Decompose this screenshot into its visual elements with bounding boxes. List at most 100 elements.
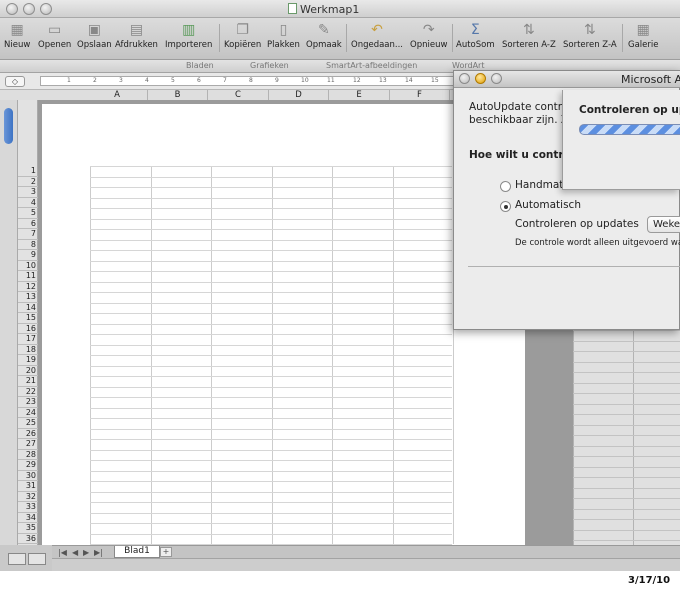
row-header[interactable]: 21: [18, 376, 38, 387]
row-header[interactable]: 17: [18, 334, 38, 345]
row-header[interactable]: 26: [18, 429, 38, 439]
grid-row-line: [90, 481, 452, 482]
indeterminate-progress-bar: [579, 124, 680, 135]
column-header[interactable]: F: [390, 90, 450, 100]
row-header[interactable]: 31: [18, 481, 38, 492]
row-header[interactable]: 28: [18, 450, 38, 460]
grid-row-line: [90, 176, 452, 178]
grid-row-line: [90, 460, 452, 461]
row-header[interactable]: 15: [18, 313, 38, 324]
ribbon-tab-charts[interactable]: Grafieken: [250, 61, 289, 70]
automatic-option-label[interactable]: Automatisch: [515, 199, 581, 211]
row-header[interactable]: 32: [18, 492, 38, 502]
prev-sheet-arrow-icon[interactable]: ◀: [72, 548, 78, 557]
view-switcher: [0, 545, 52, 571]
row-header[interactable]: 8: [18, 240, 38, 250]
row-header[interactable]: 16: [18, 324, 38, 334]
save-button[interactable]: ▣ Opslaan: [77, 22, 112, 50]
row-header[interactable]: 20: [18, 366, 38, 376]
sort-descending-button[interactable]: ⇅ Sorteren Z-A: [563, 22, 617, 50]
row-header[interactable]: 18: [18, 345, 38, 355]
ribbon-tab-sheets[interactable]: Bladen: [186, 61, 214, 70]
row-header[interactable]: 27: [18, 439, 38, 450]
row-header[interactable]: 36: [18, 534, 38, 544]
background-grid-row-line: [573, 435, 680, 436]
ribbon-tab-wordart[interactable]: WordArt: [452, 61, 484, 70]
ruler-mark: 10: [301, 77, 309, 84]
grid-row-line: [90, 407, 452, 409]
manual-option-label[interactable]: Handmat: [515, 179, 563, 191]
row-header[interactable]: 5: [18, 208, 38, 219]
column-header[interactable]: B: [148, 90, 208, 100]
autoupdate-minimize-button[interactable]: [475, 73, 486, 84]
row-header[interactable]: 7: [18, 229, 38, 240]
toolbar-separator: [452, 24, 453, 52]
vertical-scroll-thumb[interactable]: [4, 108, 13, 144]
column-header[interactable]: A: [87, 90, 148, 100]
open-button[interactable]: ▭ Openen: [38, 22, 71, 50]
row-header[interactable]: 33: [18, 502, 38, 513]
column-header[interactable]: E: [329, 90, 390, 100]
minimize-window-button[interactable]: [23, 3, 35, 15]
row-header[interactable]: 3: [18, 187, 38, 198]
copy-button[interactable]: ❐ Kopiëren: [224, 22, 261, 50]
page-layout-view-button[interactable]: [28, 553, 46, 565]
automatic-radio[interactable]: [500, 201, 511, 212]
row-header[interactable]: 13: [18, 292, 38, 303]
format-button[interactable]: ✎ Opmaak: [306, 22, 342, 50]
normal-view-button[interactable]: [8, 553, 26, 565]
add-sheet-button[interactable]: +: [160, 547, 172, 557]
sort-ascending-button[interactable]: ⇅ Sorteren A-Z: [502, 22, 556, 50]
grid-row-line: [90, 218, 452, 220]
ribbon-tab-smartart[interactable]: SmartArt-afbeeldingen: [326, 61, 417, 70]
row-header[interactable]: 19: [18, 355, 38, 366]
new-button[interactable]: ▦ Nieuw: [4, 22, 30, 50]
row-header[interactable]: 29: [18, 460, 38, 471]
column-header[interactable]: C: [208, 90, 269, 100]
print-button[interactable]: ▤ Afdrukken: [115, 22, 158, 50]
grid-row-line: [90, 271, 452, 272]
redo-button[interactable]: ↷ Opnieuw: [410, 22, 447, 50]
next-sheet-arrow-icon[interactable]: ▶: [83, 548, 89, 557]
row-header[interactable]: 11: [18, 271, 38, 282]
row-header[interactable]: 30: [18, 471, 38, 481]
zoom-window-button[interactable]: [40, 3, 52, 15]
row-header[interactable]: 4: [18, 198, 38, 208]
sheet-tab-blad1[interactable]: Blad1: [114, 546, 160, 558]
row-header[interactable]: 6: [18, 219, 38, 229]
manual-radio[interactable]: [500, 181, 511, 192]
toolbar-separator: [346, 24, 347, 52]
row-header[interactable]: 12: [18, 282, 38, 292]
grid-row-line: [90, 355, 452, 356]
row-header[interactable]: 9: [18, 250, 38, 261]
background-grid-row-line: [573, 382, 680, 384]
row-header[interactable]: 22: [18, 387, 38, 397]
sort-za-label: Sorteren Z-A: [563, 40, 617, 50]
close-window-button[interactable]: [6, 3, 18, 15]
horizontal-ruler: 12345678910111213141516: [40, 76, 480, 86]
row-header[interactable]: 14: [18, 303, 38, 313]
column-header[interactable]: D: [269, 90, 329, 100]
first-sheet-arrow-icon[interactable]: |◀: [58, 548, 67, 557]
background-grid-row-line: [573, 414, 680, 415]
frequency-select[interactable]: Wekel: [647, 216, 680, 233]
paste-button[interactable]: ▯ Plakken: [267, 22, 300, 50]
row-header[interactable]: 1: [18, 166, 38, 177]
row-header[interactable]: 25: [18, 418, 38, 429]
row-header[interactable]: 23: [18, 397, 38, 408]
ruler-mark: 4: [145, 77, 149, 84]
row-header[interactable]: 2: [18, 177, 38, 187]
view-toggle-icon[interactable]: ◇: [5, 76, 25, 87]
row-header[interactable]: 34: [18, 513, 38, 523]
last-sheet-arrow-icon[interactable]: ▶|: [94, 548, 103, 557]
autoupdate-close-button[interactable]: [459, 73, 470, 84]
row-header[interactable]: 10: [18, 261, 38, 271]
row-header[interactable]: 24: [18, 408, 38, 418]
import-button[interactable]: ▥ Importeren: [165, 22, 212, 50]
gallery-button[interactable]: ▦ Galerie: [628, 22, 658, 50]
row-header[interactable]: 35: [18, 523, 38, 534]
autoupdate-zoom-button[interactable]: [491, 73, 502, 84]
autosum-button[interactable]: Σ AutoSom: [456, 22, 495, 50]
undo-button[interactable]: ↶ Ongedaan...: [351, 22, 403, 50]
cell-grid[interactable]: [90, 166, 454, 545]
